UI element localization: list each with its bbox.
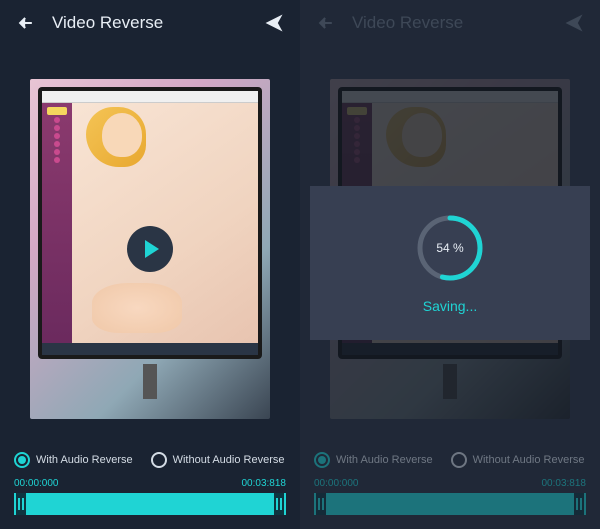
seek-handle-right[interactable]	[274, 493, 284, 515]
saving-panel: 54 % Saving...	[310, 186, 590, 340]
seek-area	[0, 491, 300, 529]
radio-with-audio[interactable]: With Audio Reverse	[14, 452, 133, 468]
screen-left: Video Reverse	[0, 0, 300, 529]
radio-selected-icon	[14, 452, 30, 468]
seek-bar[interactable]	[14, 493, 286, 515]
seek-handle-left[interactable]	[16, 493, 26, 515]
saving-status: Saving...	[423, 298, 477, 314]
play-button[interactable]	[127, 226, 173, 272]
send-button[interactable]	[262, 11, 286, 35]
time-end: 00:03:818	[242, 478, 287, 489]
video-frame[interactable]	[30, 79, 270, 419]
video-preview-area	[0, 46, 300, 442]
page-title: Video Reverse	[52, 13, 248, 33]
time-row: 00:00:000 00:03:818	[0, 472, 300, 491]
screen-right: Video Reverse	[300, 0, 600, 529]
radio-without-audio[interactable]: Without Audio Reverse	[151, 452, 285, 468]
radio-unselected-icon	[151, 452, 167, 468]
header: Video Reverse	[0, 0, 300, 46]
time-start: 00:00:000	[14, 478, 59, 489]
progress-ring: 54 %	[414, 212, 486, 284]
radio-label: Without Audio Reverse	[173, 454, 285, 466]
radio-label: With Audio Reverse	[36, 454, 133, 466]
progress-percent: 54 %	[414, 212, 486, 284]
audio-options: With Audio Reverse Without Audio Reverse	[0, 442, 300, 472]
back-button[interactable]	[14, 11, 38, 35]
